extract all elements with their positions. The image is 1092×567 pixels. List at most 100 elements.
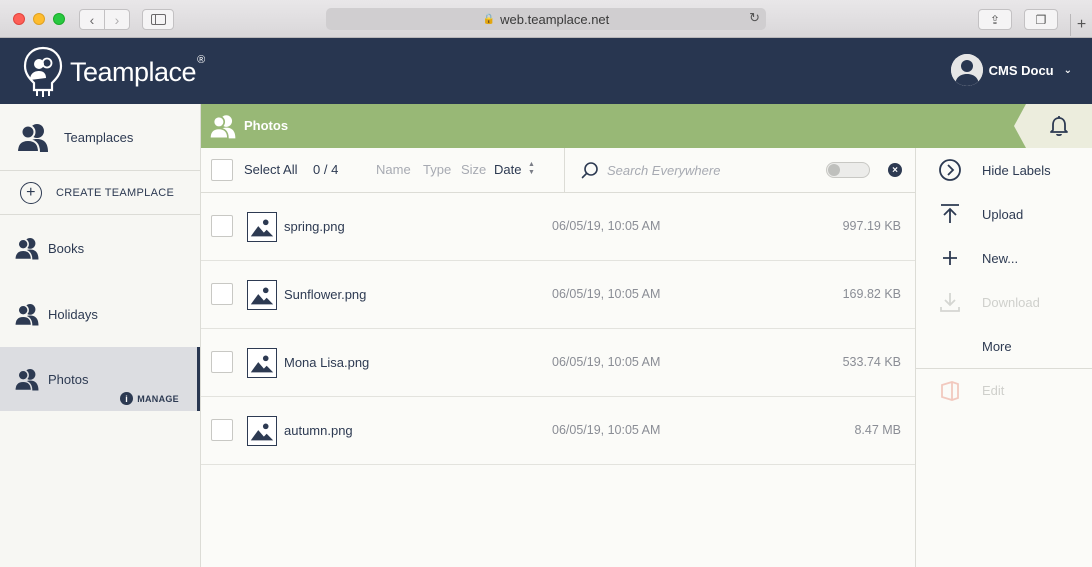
back-button[interactable]: ‹ — [79, 9, 105, 30]
action-panel: Hide Labels Upload New... Download More … — [915, 148, 1092, 567]
plus-icon: + — [1076, 16, 1087, 33]
table-row[interactable]: Sunflower.png 06/05/19, 10:05 AM 169.82 … — [201, 261, 915, 329]
page-title: Photos — [244, 118, 289, 133]
download-label: Download — [982, 294, 1040, 310]
sidebar-item-label: Photos — [48, 371, 89, 387]
clear-search-button[interactable]: × — [888, 163, 902, 177]
sidebar-item-holidays[interactable]: Holidays — [0, 281, 200, 347]
chevron-left-icon: ‹ — [89, 11, 95, 28]
row-checkbox[interactable] — [211, 215, 233, 237]
manage-link[interactable]: i MANAGE — [120, 392, 179, 405]
sidebar-item-teamplaces[interactable]: Teamplaces — [0, 104, 200, 171]
new-button[interactable]: New... — [916, 236, 1092, 280]
search-icon — [581, 162, 598, 179]
people-icon — [16, 124, 48, 152]
chevron-right-circle-icon — [938, 158, 962, 182]
search-input[interactable] — [607, 161, 807, 180]
sidebar-item-photos[interactable]: Photos i MANAGE — [0, 347, 200, 411]
select-all-label[interactable]: Select All — [244, 162, 297, 177]
sort-by-type[interactable]: Type — [423, 162, 451, 177]
user-menu[interactable]: CMS Docu ⌄ — [950, 54, 1072, 86]
sidebar-item-books[interactable]: Books — [0, 215, 200, 281]
row-checkbox[interactable] — [211, 351, 233, 373]
manage-label: MANAGE — [137, 393, 179, 404]
select-all-checkbox[interactable] — [211, 159, 233, 181]
user-avatar-icon — [950, 54, 983, 86]
reload-icon[interactable]: ↻ — [749, 10, 760, 26]
file-size: 8.47 MB — [854, 423, 901, 437]
lightbulb-people-logo-icon — [23, 46, 63, 97]
hide-labels-label: Hide Labels — [982, 162, 1051, 178]
file-date: 06/05/19, 10:05 AM — [552, 287, 661, 301]
file-name[interactable]: autumn.png — [284, 423, 353, 438]
app-header: Teamplace ® CMS Docu ⌄ — [0, 38, 1092, 104]
user-name: CMS Docu — [988, 62, 1054, 78]
file-toolbar: Select All 0 / 4 Name Type Size Date ▲ ▼ … — [201, 148, 915, 193]
plus-icon — [938, 246, 962, 270]
info-icon: i — [120, 392, 134, 405]
close-window-button[interactable] — [13, 13, 25, 25]
upload-icon — [938, 202, 962, 226]
share-icon: ⇪ — [989, 12, 1001, 27]
row-checkbox[interactable] — [211, 283, 233, 305]
edit-label: Edit — [982, 383, 1005, 398]
sidebar-item-label: Books — [48, 240, 85, 256]
file-name[interactable]: Mona Lisa.png — [284, 355, 369, 370]
teamplace-title-bar: Photos — [201, 104, 1092, 148]
table-row[interactable]: autumn.png 06/05/19, 10:05 AM 8.47 MB — [201, 397, 915, 465]
edit-button[interactable]: Edit — [916, 368, 1092, 412]
sidebar-icon — [150, 14, 166, 25]
sort-by-size[interactable]: Size — [461, 162, 486, 177]
notifications-button[interactable] — [1014, 104, 1092, 148]
sidebar-item-label: Teamplaces — [64, 129, 134, 145]
new-tab-button[interactable]: + — [1070, 14, 1092, 36]
sort-by-name[interactable]: Name — [376, 162, 411, 177]
more-button[interactable]: More — [916, 324, 1092, 368]
new-label: New... — [982, 250, 1019, 266]
file-date: 06/05/19, 10:05 AM — [552, 355, 661, 369]
brand-name: Teamplace — [70, 56, 197, 87]
more-label: More — [982, 338, 1012, 354]
upload-button[interactable]: Upload — [916, 192, 1092, 236]
people-icon — [14, 369, 39, 392]
sort-by-date[interactable]: Date — [494, 162, 521, 177]
search-scope-toggle[interactable] — [826, 162, 870, 178]
browser-chrome: ‹ › 🔒 web.teamplace.net ↻ ⇪ ❐ + — [0, 0, 1092, 38]
table-row[interactable]: spring.png 06/05/19, 10:05 AM 997.19 KB — [201, 193, 915, 261]
file-name[interactable]: spring.png — [284, 219, 345, 234]
sidebar-item-label: Holidays — [48, 306, 98, 322]
sidebar-toggle-button[interactable] — [142, 9, 174, 30]
url-text: web.teamplace.net — [500, 11, 610, 27]
tab-overview-button[interactable]: ❐ — [1024, 9, 1058, 30]
share-button[interactable]: ⇪ — [978, 9, 1012, 30]
file-date: 06/05/19, 10:05 AM — [552, 219, 661, 233]
address-bar[interactable]: 🔒 web.teamplace.net ↻ — [326, 8, 766, 30]
teamplace-logo[interactable]: Teamplace ® — [22, 46, 205, 98]
file-name[interactable]: Sunflower.png — [284, 287, 366, 302]
minimize-window-button[interactable] — [33, 13, 45, 25]
lock-icon: 🔒 — [482, 13, 496, 25]
chevron-right-icon: › — [114, 11, 120, 28]
left-sidebar: Teamplaces + CREATE TEAMPLACE Books Holi… — [0, 104, 201, 567]
forward-button[interactable]: › — [104, 9, 130, 30]
hide-labels-button[interactable]: Hide Labels — [916, 148, 1092, 192]
registered-mark: ® — [197, 54, 206, 66]
download-button[interactable]: Download — [916, 280, 1092, 324]
row-checkbox[interactable] — [211, 419, 233, 441]
toolbar-divider — [564, 148, 565, 192]
table-row[interactable]: Mona Lisa.png 06/05/19, 10:05 AM 533.74 … — [201, 329, 915, 397]
image-file-icon — [247, 212, 277, 242]
close-icon: × — [892, 164, 898, 176]
upload-label: Upload — [982, 206, 1024, 222]
image-file-icon — [247, 280, 277, 310]
avatar — [950, 54, 983, 86]
sort-arrows-icon[interactable]: ▲ ▼ — [528, 161, 535, 177]
add-circle-icon: + — [20, 181, 42, 204]
create-teamplace-button[interactable]: + CREATE TEAMPLACE — [0, 171, 200, 215]
create-teamplace-label: CREATE TEAMPLACE — [56, 186, 175, 199]
people-icon — [14, 304, 39, 327]
zoom-window-button[interactable] — [53, 13, 65, 25]
image-file-icon — [247, 416, 277, 446]
file-size: 997.19 KB — [842, 219, 901, 233]
office-icon — [938, 379, 962, 403]
